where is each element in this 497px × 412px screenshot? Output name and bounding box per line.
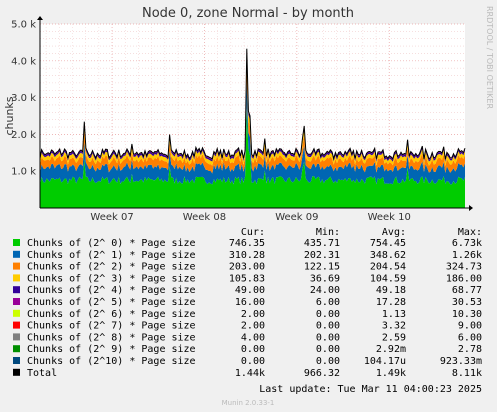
legend-avg: 204.54 xyxy=(370,262,406,273)
legend-cur: 16.00 xyxy=(235,297,265,308)
rrdtool-watermark: RRDTOOL / TOBI OETIKER xyxy=(485,6,494,109)
legend-avg: 17.28 xyxy=(376,297,406,308)
legend-cur: 310.28 xyxy=(229,250,265,261)
legend-cur: 4.00 xyxy=(241,332,265,343)
legend-cur: 0.00 xyxy=(241,344,265,355)
legend-cur: 746.35 xyxy=(229,238,265,249)
legend-name: Chunks of (2^ 0) * Page size xyxy=(27,238,196,249)
legend-avg: 104.59 xyxy=(370,273,406,284)
legend-swatch xyxy=(13,274,20,282)
legend-max: 10.30 xyxy=(452,309,482,320)
x-tick-label: Week 10 xyxy=(368,212,411,223)
legend-name: Chunks of (2^ 2) * Page size xyxy=(27,262,196,273)
legend-swatch xyxy=(13,239,20,246)
legend-avg: 754.45 xyxy=(370,238,406,249)
legend-min: 0.00 xyxy=(316,321,340,332)
legend-min: 24.00 xyxy=(310,285,340,296)
legend-swatch xyxy=(13,262,20,270)
legend-swatch xyxy=(13,345,20,353)
legend-avg: 104.17u xyxy=(364,356,406,367)
legend-swatch xyxy=(13,250,20,258)
legend-avg: 348.62 xyxy=(370,250,406,261)
munin-footer: Munin 2.0.33-1 xyxy=(222,399,275,407)
legend-min: 0.00 xyxy=(316,344,340,355)
y-axis-arrow xyxy=(37,16,43,20)
legend-max: 9.00 xyxy=(458,321,482,332)
chart-title: Node 0, zone Normal - by month xyxy=(142,6,354,21)
legend-swatch xyxy=(13,298,20,305)
legend-cur: 49.00 xyxy=(235,285,265,296)
col-avg: Avg: xyxy=(382,227,406,238)
legend-swatch xyxy=(13,333,20,341)
x-tick-label: Week 09 xyxy=(275,212,318,223)
y-axis-label: chunks xyxy=(3,96,16,135)
legend-avg: 49.18 xyxy=(376,285,406,296)
legend: Chunks of (2^ 0) * Page size 746.35 435.71… xyxy=(13,238,482,379)
legend-cur: 2.00 xyxy=(241,309,265,320)
legend-min: 122.15 xyxy=(304,262,340,273)
legend-avg: 1.13 xyxy=(382,309,406,320)
legend-cur: 0.00 xyxy=(241,356,265,367)
legend-swatch xyxy=(13,286,20,294)
legend-max: 6.00 xyxy=(458,332,482,343)
legend-name: Chunks of (2^ 3) * Page size xyxy=(27,273,196,284)
legend-max: 8.11k xyxy=(452,368,482,379)
legend-cur: 105.83 xyxy=(229,273,265,284)
legend-name: Chunks of (2^ 4) * Page size xyxy=(27,285,196,296)
y-tick-label: 5.0 k xyxy=(11,20,36,31)
legend-max: 923.33m xyxy=(440,356,482,367)
legend-name: Chunks of (2^ 1) * Page size xyxy=(27,250,196,261)
legend-header: Cur: Min: Avg: Max: xyxy=(241,227,482,238)
legend-name: Chunks of (2^ 9) * Page size xyxy=(27,344,196,355)
legend-name: Chunks of (2^ 7) * Page size xyxy=(27,321,196,332)
y-tick-label: 1.0 k xyxy=(11,167,36,178)
legend-max: 30.53 xyxy=(452,297,482,308)
legend-name: Chunks of (2^ 5) * Page size xyxy=(27,297,196,308)
x-tick-label: Week 07 xyxy=(90,212,133,223)
legend-min: 966.32 xyxy=(304,368,340,379)
legend-cur: 2.00 xyxy=(241,321,265,332)
legend-max: 186.00 xyxy=(446,273,482,284)
legend-name: Chunks of (2^ 8) * Page size xyxy=(27,332,196,343)
legend-min: 202.31 xyxy=(304,250,340,261)
legend-name: Total xyxy=(27,368,57,379)
legend-swatch xyxy=(13,321,20,329)
x-tick-label: Week 08 xyxy=(183,212,226,223)
legend-min: 0.00 xyxy=(316,309,340,320)
x-axis-arrow xyxy=(469,205,473,211)
munin-chart: 1.0 k2.0 k3.0 k4.0 k5.0 kWeek 07 Week 08 W… xyxy=(3,6,494,407)
legend-swatch xyxy=(13,368,20,376)
legend-max: 68.77 xyxy=(452,285,482,296)
legend-max: 324.73 xyxy=(446,262,482,273)
legend-min: 36.69 xyxy=(310,273,340,284)
legend-name: Chunks of (2^ 6) * Page size xyxy=(27,309,196,320)
legend-cur: 203.00 xyxy=(229,262,265,273)
legend-swatch xyxy=(13,357,20,364)
last-update: Last update: Tue Mar 11 04:00:23 2025 xyxy=(259,384,482,395)
legend-max: 6.73k xyxy=(452,238,482,249)
legend-avg: 1.49k xyxy=(376,368,406,379)
col-max: Max: xyxy=(458,227,482,238)
legend-avg: 2.92m xyxy=(376,344,406,355)
legend-max: 2.78 xyxy=(458,344,482,355)
legend-avg: 2.59 xyxy=(382,332,406,343)
legend-cur: 1.44k xyxy=(235,368,265,379)
legend-name: Chunks of (2^10) * Page size xyxy=(27,356,196,367)
col-cur: Cur: xyxy=(241,227,265,238)
legend-max: 1.26k xyxy=(452,250,482,261)
col-min: Min: xyxy=(316,227,340,238)
legend-min: 0.00 xyxy=(316,332,340,343)
legend-min: 435.71 xyxy=(304,238,340,249)
y-tick-label: 4.0 k xyxy=(11,56,36,67)
legend-min: 0.00 xyxy=(316,356,340,367)
legend-min: 6.00 xyxy=(316,297,340,308)
legend-avg: 3.32 xyxy=(382,321,406,332)
legend-swatch xyxy=(13,309,20,317)
